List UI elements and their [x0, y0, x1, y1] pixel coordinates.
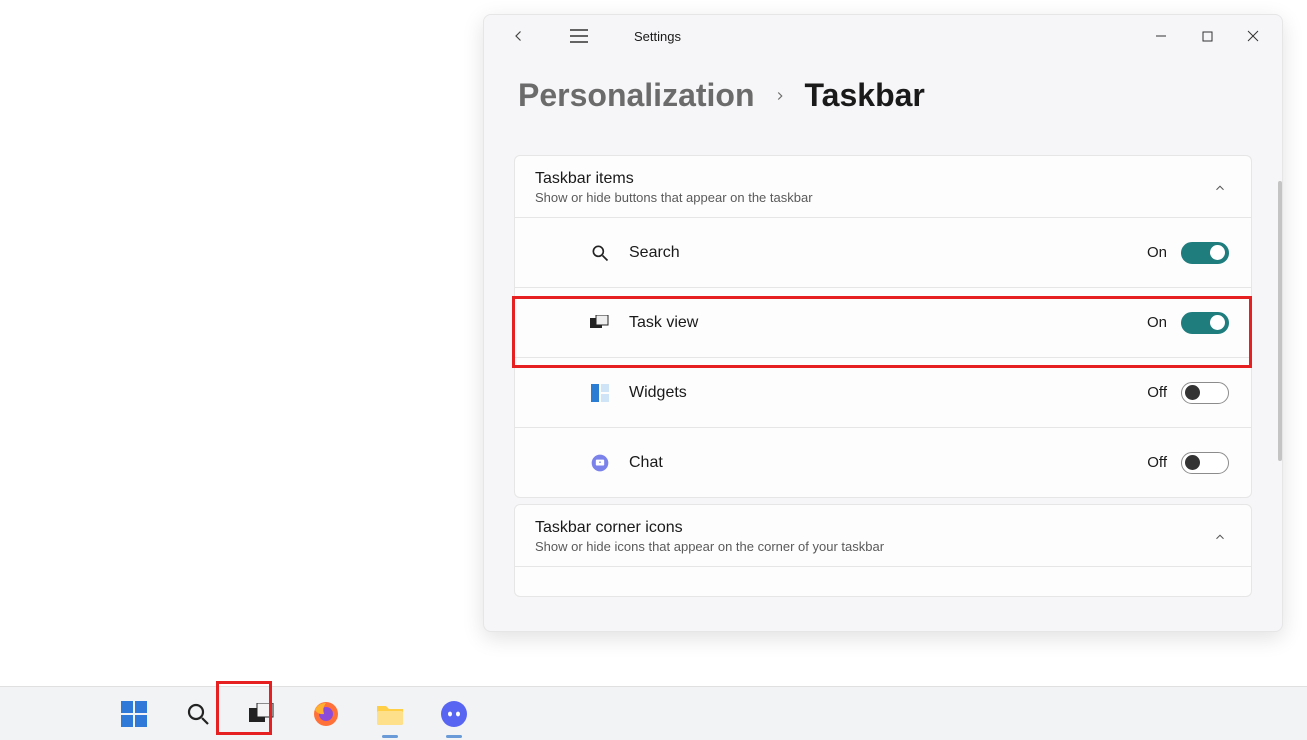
- section-taskbar-items-title: Taskbar items: [535, 170, 813, 188]
- row-label: Widgets: [629, 384, 687, 402]
- widgets-icon: [589, 382, 611, 404]
- settings-window: Settings Personalization Taskbar: [483, 14, 1283, 632]
- nav-menu-button[interactable]: [562, 19, 596, 53]
- breadcrumb-current: Taskbar: [805, 77, 925, 114]
- breadcrumb: Personalization Taskbar: [484, 57, 1282, 124]
- taskbar-file-explorer[interactable]: [370, 694, 410, 734]
- scrollbar[interactable]: [1278, 181, 1282, 461]
- discord-icon: [440, 700, 468, 728]
- toggle-task-view[interactable]: [1181, 312, 1229, 334]
- firefox-icon: [312, 700, 340, 728]
- taskbar-firefox[interactable]: [306, 694, 346, 734]
- close-icon: [1247, 30, 1259, 42]
- maximize-icon: [1202, 31, 1213, 42]
- row-state: Off: [1147, 384, 1167, 401]
- taskbar-search[interactable]: [178, 694, 218, 734]
- back-button[interactable]: [502, 19, 536, 53]
- section-taskbar-items: Taskbar items Show or hide buttons that …: [514, 155, 1252, 498]
- os-taskbar: [0, 686, 1307, 740]
- chevron-up-icon: [1213, 530, 1227, 544]
- chevron-right-icon: [773, 89, 787, 103]
- breadcrumb-parent[interactable]: Personalization: [518, 77, 755, 114]
- row-label: Search: [629, 244, 680, 262]
- row-corner-peek: [515, 566, 1251, 596]
- section-taskbar-items-header[interactable]: Taskbar items Show or hide buttons that …: [515, 156, 1251, 217]
- search-icon: [186, 702, 210, 726]
- section-corner-icons: Taskbar corner icons Show or hide icons …: [514, 504, 1252, 597]
- taskview-icon: [249, 703, 275, 725]
- section-corner-icons-title: Taskbar corner icons: [535, 519, 884, 537]
- toggle-search[interactable]: [1181, 242, 1229, 264]
- row-state: Off: [1147, 454, 1167, 471]
- toggle-widgets[interactable]: [1181, 382, 1229, 404]
- close-button[interactable]: [1230, 20, 1276, 52]
- minimize-button[interactable]: [1138, 20, 1184, 52]
- row-chat: Chat Off: [515, 427, 1251, 497]
- back-arrow-icon: [510, 27, 528, 45]
- toggle-chat[interactable]: [1181, 452, 1229, 474]
- taskview-icon: [589, 312, 611, 334]
- section-corner-icons-subtitle: Show or hide icons that appear on the co…: [535, 539, 884, 554]
- chevron-up-icon: [1213, 181, 1227, 195]
- titlebar: Settings: [484, 15, 1282, 57]
- chat-icon: [589, 452, 611, 474]
- hamburger-icon: [570, 29, 588, 43]
- row-state: On: [1147, 244, 1167, 261]
- window-title: Settings: [634, 29, 681, 44]
- taskbar-task-view[interactable]: [242, 694, 282, 734]
- windows-start-icon: [121, 701, 147, 727]
- row-label: Task view: [629, 314, 698, 332]
- maximize-button[interactable]: [1184, 20, 1230, 52]
- row-state: On: [1147, 314, 1167, 331]
- row-widgets: Widgets Off: [515, 357, 1251, 427]
- taskbar-discord[interactable]: [434, 694, 474, 734]
- folder-icon: [376, 702, 404, 726]
- row-label: Chat: [629, 454, 663, 472]
- search-icon: [589, 242, 611, 264]
- settings-content: Personalization Taskbar Taskbar items Sh…: [484, 57, 1282, 631]
- section-taskbar-items-subtitle: Show or hide buttons that appear on the …: [535, 190, 813, 205]
- row-task-view: Task view On: [515, 287, 1251, 357]
- section-corner-icons-header[interactable]: Taskbar corner icons Show or hide icons …: [515, 505, 1251, 566]
- row-search: Search On: [515, 217, 1251, 287]
- minimize-icon: [1155, 30, 1167, 42]
- taskbar-start[interactable]: [114, 694, 154, 734]
